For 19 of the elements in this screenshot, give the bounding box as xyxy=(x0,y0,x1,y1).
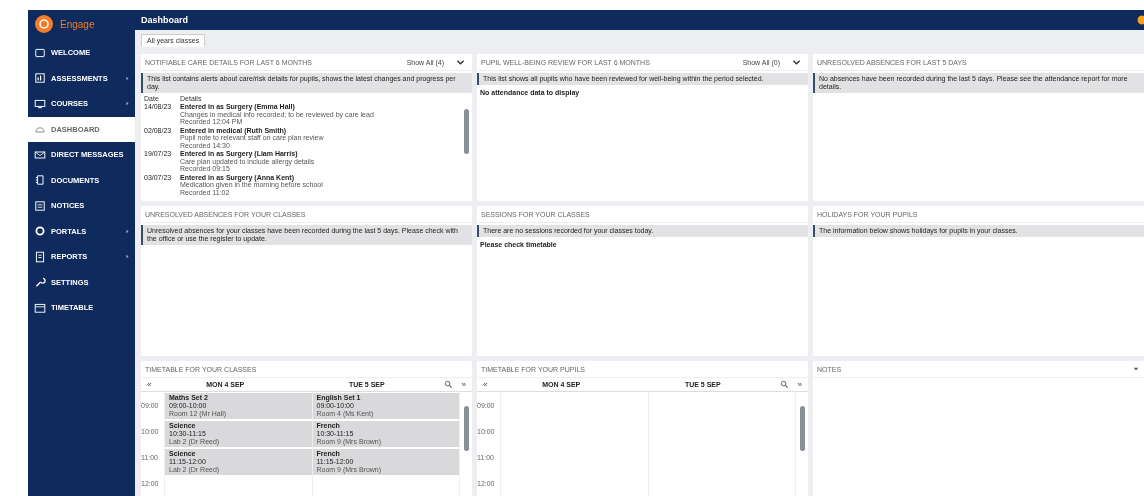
next-button[interactable]: » xyxy=(794,380,805,389)
brand-name: Engage xyxy=(60,18,95,30)
next-button[interactable]: » xyxy=(458,380,469,389)
logo-icon xyxy=(34,14,54,34)
search-icon xyxy=(779,380,789,389)
document-icon xyxy=(34,174,46,187)
caret-icon xyxy=(1132,365,1140,373)
page-title: Dashboard xyxy=(141,15,188,25)
report-icon xyxy=(34,250,46,263)
search-icon xyxy=(443,380,453,389)
monitor-icon xyxy=(34,97,46,110)
ring-icon xyxy=(34,225,46,238)
previous-button[interactable]: « xyxy=(480,380,491,389)
chart-icon xyxy=(34,72,46,85)
calendar-icon xyxy=(34,301,46,314)
previous-button[interactable]: « xyxy=(144,380,155,389)
envelope-icon xyxy=(34,148,46,161)
board-icon xyxy=(34,199,46,212)
window-icon xyxy=(34,46,46,59)
